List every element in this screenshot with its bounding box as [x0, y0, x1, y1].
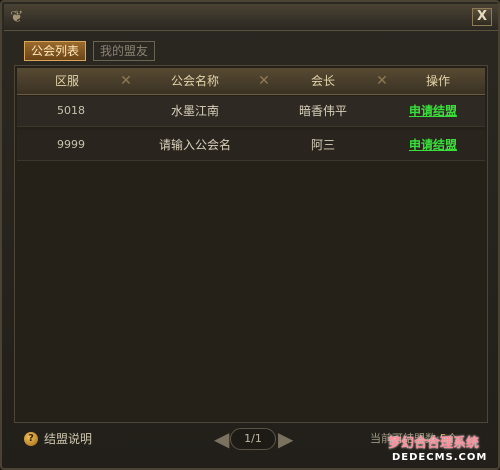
table-row: 5018 水墨江南 暗香伟平 申请结盟: [17, 96, 485, 127]
prev-page-button[interactable]: ◀: [214, 426, 229, 452]
next-page-button[interactable]: ▶: [278, 426, 293, 452]
help-icon[interactable]: ?: [24, 432, 38, 446]
header-divider-icon: ✕: [258, 73, 270, 89]
server-cell: 9999: [57, 138, 85, 151]
column-header-action: 操作: [425, 74, 450, 88]
column-header-guild-name: 公会名称: [170, 74, 219, 88]
ornament-icon: ❦: [10, 7, 24, 26]
header-divider-icon: ✕: [376, 73, 388, 89]
site-watermark: 梦幻合合理系统 DEDECMS.COM: [388, 436, 496, 468]
alliance-window: ❦ X 公会列表 我的盟友 区服 ✕ 公会名称 ✕ 会长 ✕ 操作 5018 水…: [0, 0, 500, 470]
guild-table: 区服 ✕ 公会名称 ✕ 会长 ✕ 操作 5018 水墨江南 暗香伟平 申请结盟 …: [14, 65, 488, 423]
header-divider-icon: ✕: [120, 73, 132, 89]
apply-alliance-link[interactable]: 申请结盟: [409, 104, 457, 118]
title-bar: ❦ X: [4, 4, 498, 31]
action-cell: 申请结盟: [381, 130, 485, 160]
tab-guild-list[interactable]: 公会列表: [24, 41, 86, 61]
tab-my-allies[interactable]: 我的盟友: [93, 41, 155, 61]
action-cell: 申请结盟: [381, 96, 485, 126]
close-button[interactable]: X: [472, 8, 492, 26]
watermark-line-2: DEDECMS.COM: [392, 452, 488, 463]
leader-cell: 暗香伟平: [298, 104, 347, 118]
guild-name-cell: 水墨江南: [170, 104, 219, 118]
column-header-server: 区服: [54, 74, 79, 88]
leader-cell: 阿三: [310, 138, 335, 152]
apply-alliance-link[interactable]: 申请结盟: [409, 138, 457, 152]
guild-name-cell: 请输入公会名: [158, 138, 231, 152]
watermark-line-1: 梦幻合合理系统: [388, 436, 480, 451]
table-header: 区服 ✕ 公会名称 ✕ 会长 ✕ 操作: [17, 68, 485, 95]
server-cell: 5018: [57, 104, 85, 117]
alliance-help-link[interactable]: 结盟说明: [44, 430, 92, 448]
column-header-leader: 会长: [310, 74, 335, 88]
page-indicator: 1/1: [230, 428, 276, 450]
table-row: 9999 请输入公会名 阿三 申请结盟: [17, 130, 485, 161]
